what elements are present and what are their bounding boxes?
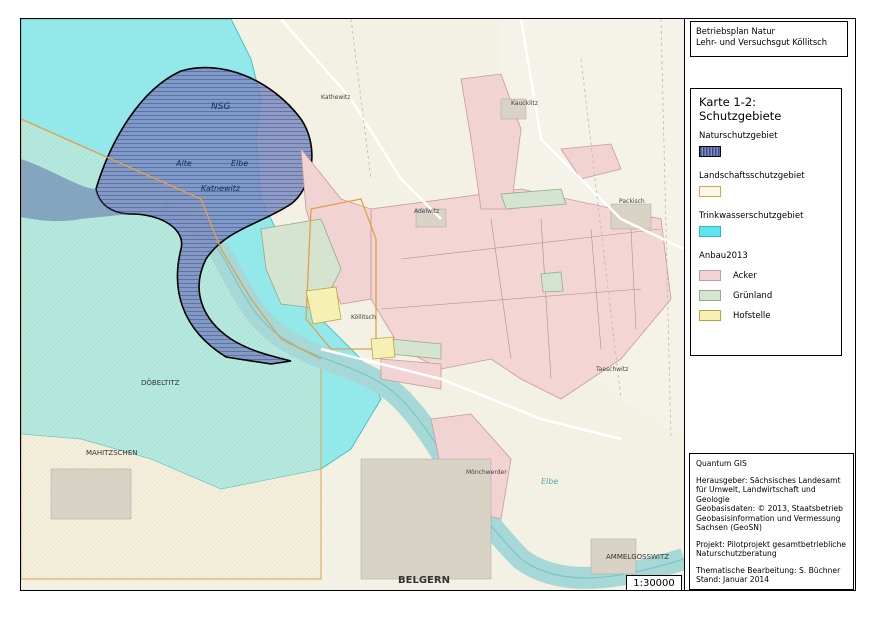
label-doebeltitz: DÖBELTITZ: [141, 378, 180, 387]
farmstead-secondary[interactable]: [370, 336, 396, 360]
info-software: Quantum GIS: [696, 459, 747, 468]
title-line-1: Betriebsplan Natur: [696, 26, 775, 36]
legend-acker-swatch: [699, 270, 721, 281]
map-scale: 1:30000: [626, 575, 682, 591]
info-box: Quantum GIS Herausgeber: Sächsisches Lan…: [689, 453, 854, 590]
label-elbe-old: Elbe: [231, 159, 248, 168]
legend-item-acker: Acker: [699, 270, 833, 281]
info-project: Projekt: Pilotprojekt gesamtbetriebliche…: [696, 539, 846, 559]
legend-hofstelle-label: Hofstelle: [733, 310, 771, 321]
label-nsg: NSG: [211, 102, 230, 112]
label-kathewitz: Kathewitz: [321, 94, 350, 101]
label-taeschwitz: Taeschwitz: [595, 366, 628, 373]
grassland-patch[interactable]: [540, 271, 564, 293]
legend-gruenland-swatch: [699, 290, 721, 301]
legend-acker-label: Acker: [733, 270, 757, 281]
legend-item-gruenland: Grünland: [699, 290, 833, 301]
map-canvas[interactable]: NSG Alte Elbe Katnewitz Kathewitz DÖBELT…: [21, 19, 685, 590]
info-publisher: Herausgeber: Sächsisches Landesamt für U…: [696, 475, 841, 504]
legend-box: Karte 1-2: Schutzgebiete Naturschutzgebi…: [690, 88, 842, 356]
legend-item-hofstelle: Hofstelle: [699, 310, 833, 321]
legend-anbau-label: Anbau2013: [699, 251, 748, 261]
title-box: Betriebsplan Natur Lehr- und Versuchsgut…: [690, 21, 848, 57]
legend-title-line-2: Schutzgebiete: [699, 109, 782, 123]
label-ammelgosswitz: AMMELGOSSWITZ: [606, 553, 669, 561]
legend-lsg-swatch: [699, 186, 721, 197]
info-geodata: Geobasisdaten: © 2013, Staatsbetrieb Geo…: [696, 504, 843, 532]
label-moenchwerder: Mönchwerder: [466, 469, 507, 476]
info-author: Thematische Bearbeitung: S. Büchner: [696, 565, 841, 575]
map-svg: NSG Alte Elbe Katnewitz Kathewitz DÖBELT…: [21, 19, 684, 590]
legend-hofstelle-swatch: [699, 310, 721, 321]
label-kaucklitz: Kaucklitz: [511, 100, 538, 107]
info-date: Stand: Januar 2014: [696, 575, 770, 584]
legend-nsg-swatch: [699, 146, 721, 157]
label-adelwitz: Adelwitz: [414, 208, 439, 215]
label-belgern: BELGERN: [398, 575, 450, 586]
label-packisch: Packisch: [619, 198, 645, 205]
label-elbe-river: Elbe: [541, 477, 558, 486]
label-mahitzschen: MAHITZSCHEN: [86, 449, 137, 457]
title-line-2: Lehr- und Versuchsgut Köllitsch: [696, 37, 828, 47]
label-alte: Alte: [175, 159, 192, 168]
legend-tws-label: Trinkwasserschutzgebiet: [699, 211, 804, 221]
label-koellitsch: Köllitsch: [351, 314, 376, 321]
legend-lsg-label: Landschaftsschutzgebiet: [699, 171, 805, 181]
legend-gruenland-label: Grünland: [733, 290, 773, 301]
legend-tws-swatch: [699, 226, 721, 237]
legend-nsg-label: Naturschutzgebiet: [699, 131, 778, 141]
label-katnewitz: Katnewitz: [201, 184, 241, 193]
legend-title-line-1: Karte 1-2:: [699, 95, 757, 109]
